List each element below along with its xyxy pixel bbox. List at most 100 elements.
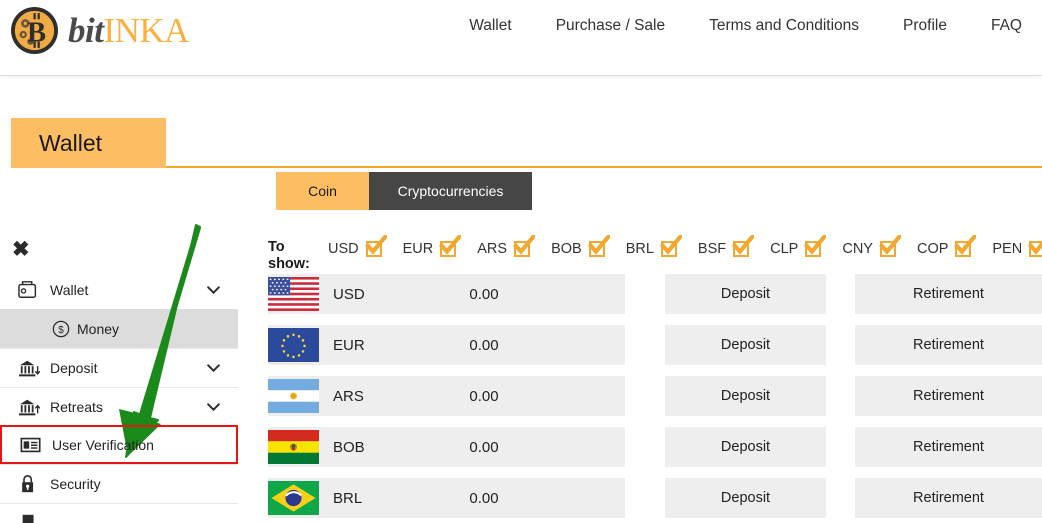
currency-filter: To show: USD EUR ARS BOB BRL BSF CLP CNY… [268, 235, 1042, 273]
sidebar-item-retreats-label: Retreats [50, 399, 103, 415]
table-row: BOB 0.00 Deposit Retirement [268, 427, 1042, 478]
retirement-button[interactable]: Retirement [855, 376, 1042, 416]
retirement-button[interactable]: Retirement [855, 478, 1042, 518]
brand-logo[interactable]: B bitINKA [10, 6, 189, 55]
site-header: B bitINKA Wallet Purchase / Sale Terms a… [0, 0, 1042, 76]
currency-filter-brl[interactable]: BRL [625, 235, 682, 257]
flag-bo-icon [268, 430, 319, 464]
currency-amount: 0.00 [469, 438, 499, 456]
sidebar-item-wallet-label: Wallet [50, 281, 89, 298]
table-row: EUR 0.00 Deposit Retirement [268, 325, 1042, 376]
filter-label: To show: [268, 239, 310, 272]
deposit-button[interactable]: Deposit [665, 427, 826, 467]
currency-code: USD [333, 285, 365, 303]
tab-coin[interactable]: Coin [276, 172, 369, 210]
bank-down-icon [19, 360, 40, 377]
currency-filter-clp-label: CLP [770, 240, 799, 257]
sidebar-close-row: ✖ [0, 228, 238, 270]
currency-amount: 0.00 [469, 336, 499, 354]
sidebar-item-money[interactable]: $ Money [0, 309, 238, 348]
flag-ar-icon [268, 379, 319, 413]
deposit-button[interactable]: Deposit [665, 478, 826, 518]
currency-filter-bsf[interactable]: BSF [697, 235, 755, 257]
sidebar-item-deposit[interactable]: Deposit [0, 348, 238, 387]
page-title: Wallet [11, 118, 166, 168]
page-title-label: Wallet [39, 129, 103, 156]
currency-filter-brl-label: BRL [625, 240, 654, 257]
currency-filter-eur[interactable]: EUR [402, 235, 462, 257]
balance-cell-eur: EUR 0.00 [268, 325, 625, 365]
currency-filter-pen-label: PEN [992, 240, 1023, 257]
sidebar-item-security-label: Security [50, 476, 101, 492]
currency-filter-cny[interactable]: CNY [842, 235, 901, 257]
table-row: BRL 0.00 Deposit Retirement [268, 478, 1042, 523]
balance-cell-usd: USD 0.00 [268, 274, 625, 314]
table-row: USD 0.00 Deposit Retirement [268, 274, 1042, 325]
title-divider [166, 166, 1042, 168]
balance-cell-bob: BOB 0.00 [268, 427, 625, 467]
currency-filter-usd-label: USD [328, 240, 359, 257]
deposit-button[interactable]: Deposit [665, 376, 826, 416]
checkbox-checked-icon[interactable] [364, 235, 387, 257]
currency-code: EUR [333, 336, 365, 354]
deposit-button[interactable]: Deposit [665, 325, 826, 365]
brand-text-bit: bit [68, 11, 104, 50]
checkbox-checked-icon[interactable] [954, 235, 977, 257]
currency-filter-bsf-label: BSF [697, 240, 727, 257]
currency-filter-ars[interactable]: ARS [477, 235, 536, 257]
brand-text: bitINKA [68, 13, 189, 48]
currency-amount: 0.00 [469, 285, 499, 303]
checkbox-checked-icon[interactable] [587, 235, 610, 257]
currency-amount: 0.00 [469, 489, 499, 507]
svg-text:$: $ [58, 325, 64, 336]
retirement-button[interactable]: Retirement [855, 325, 1042, 365]
brand-text-inka: INKA [103, 11, 189, 50]
checkbox-checked-icon[interactable] [513, 235, 536, 257]
sidebar-item-partial[interactable] [0, 503, 238, 523]
wallet-page: B bitINKA Wallet Purchase / Sale Terms a… [0, 0, 1042, 523]
currency-filter-pen[interactable]: PEN [992, 240, 1042, 257]
currency-filter-eur-label: EUR [402, 240, 434, 257]
currency-filter-usd[interactable]: USD [328, 235, 387, 257]
flag-br-icon [268, 481, 319, 515]
wallet-tabs: Coin Cryptocurrencies [276, 172, 532, 210]
lock-icon [22, 475, 34, 493]
currency-filter-cop[interactable]: COP [917, 235, 977, 257]
tab-cryptocurrencies[interactable]: Cryptocurrencies [369, 172, 532, 210]
chevron-down-icon [207, 403, 220, 411]
document-icon [22, 514, 34, 523]
nav-item-faq[interactable]: FAQ [991, 17, 1022, 35]
retirement-button[interactable]: Retirement [855, 274, 1042, 314]
nav-item-purchase-sale[interactable]: Purchase / Sale [556, 17, 665, 35]
sidebar-item-user-verification[interactable]: User Verification [0, 425, 238, 464]
sidebar-item-wallet[interactable]: Wallet [0, 270, 238, 309]
deposit-button[interactable]: Deposit [665, 274, 826, 314]
checkbox-checked-icon[interactable] [1028, 240, 1042, 257]
nav-item-wallet[interactable]: Wallet [469, 17, 512, 35]
nav-item-profile[interactable]: Profile [903, 17, 947, 35]
currency-filter-bob[interactable]: BOB [551, 235, 610, 257]
checkbox-checked-icon[interactable] [732, 235, 755, 257]
nav-item-terms-and-conditions[interactable]: Terms and Conditions [709, 17, 859, 35]
id-card-icon [20, 437, 41, 452]
bank-up-icon [19, 399, 40, 416]
currency-filter-clp[interactable]: CLP [770, 235, 827, 257]
main-navigation: Wallet Purchase / Sale Terms and Conditi… [469, 17, 1022, 35]
close-icon[interactable]: ✖ [12, 239, 30, 260]
balance-cell-brl: BRL 0.00 [268, 478, 625, 518]
currency-amount: 0.00 [469, 387, 499, 405]
currency-code: BRL [333, 489, 363, 507]
checkbox-checked-icon[interactable] [879, 235, 901, 257]
checkbox-checked-icon[interactable] [659, 235, 682, 257]
checkbox-checked-icon[interactable] [439, 235, 462, 257]
flag-eu-icon [268, 328, 319, 362]
chevron-down-icon [207, 285, 220, 294]
currency-filter-bob-label: BOB [551, 240, 582, 257]
currency-checkbox-group: USD EUR ARS BOB BRL BSF CLP CNY COP PEN [328, 235, 1042, 257]
sidebar-item-security[interactable]: Security [0, 464, 238, 503]
checkbox-checked-icon[interactable] [804, 235, 827, 257]
retirement-button[interactable]: Retirement [855, 427, 1042, 467]
sidebar-item-retreats[interactable]: Retreats [0, 387, 238, 426]
currency-filter-ars-label: ARS [477, 240, 508, 257]
currency-filter-cny-label: CNY [842, 240, 873, 257]
